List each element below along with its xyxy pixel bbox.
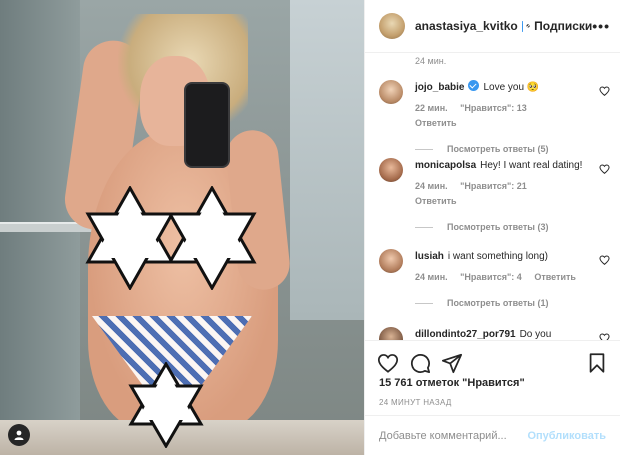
view-replies-label: Посмотреть ответы (5) xyxy=(447,144,549,154)
comment-item: jojo_babie Love you 🥺 22 мин. "Нравится":… xyxy=(379,80,610,154)
verified-badge-icon xyxy=(468,80,480,91)
heart-icon[interactable] xyxy=(599,164,610,174)
author-avatar[interactable] xyxy=(379,13,405,39)
heart-icon[interactable] xyxy=(599,333,610,340)
likes-count[interactable]: 15 761 отметок "Нравится" xyxy=(365,377,620,389)
following-button[interactable]: Подписки xyxy=(534,19,592,33)
heart-icon[interactable] xyxy=(599,86,610,96)
share-icon[interactable] xyxy=(441,352,463,374)
post-side-panel: anastasiya_kvitko • Подписки ••• 24 мин.… xyxy=(364,0,620,455)
comment-time[interactable]: 24 мин. xyxy=(415,181,448,191)
comment-username[interactable]: monicapolsa xyxy=(415,160,476,171)
reply-button[interactable]: Ответить xyxy=(534,272,576,282)
view-replies-button[interactable]: Посмотреть ответы (1) xyxy=(415,298,610,308)
comment-text: Love you 🥺 xyxy=(483,82,540,93)
view-replies-button[interactable]: Посмотреть ответы (3) xyxy=(415,222,610,232)
heart-icon[interactable] xyxy=(377,352,399,374)
reply-button[interactable]: Ответить xyxy=(415,118,457,128)
comment-avatar[interactable] xyxy=(379,80,403,104)
heart-icon[interactable] xyxy=(599,255,610,265)
comment-likes[interactable]: "Нравится": 13 xyxy=(460,103,527,113)
view-replies-label: Посмотреть ответы (3) xyxy=(447,222,549,232)
comment-username[interactable]: jojo_babie xyxy=(415,82,464,93)
comment-meta: 24 мин. "Нравится": 4 Ответить xyxy=(415,270,586,285)
censor-star-icon xyxy=(167,186,257,290)
add-comment-bar: Опубликовать xyxy=(365,415,620,455)
action-icons-bar xyxy=(365,341,620,377)
post-photo[interactable] xyxy=(0,0,364,455)
view-replies-label: Посмотреть ответы (1) xyxy=(447,298,549,308)
comment-time[interactable]: 22 мин. xyxy=(415,103,448,113)
replies-line xyxy=(415,148,433,150)
person-icon xyxy=(14,430,24,440)
comment-time[interactable]: 24 мин. xyxy=(415,272,448,282)
view-replies-button[interactable]: Посмотреть ответы (5) xyxy=(415,144,610,154)
caption-time: 24 мин. xyxy=(415,56,447,66)
comment-avatar[interactable] xyxy=(379,249,403,273)
publish-button[interactable]: Опубликовать xyxy=(527,430,606,442)
author-username[interactable]: anastasiya_kvitko xyxy=(415,19,518,33)
comment-input[interactable] xyxy=(379,429,528,442)
comment-text: Do you xyxy=(519,329,552,340)
censor-star-icon xyxy=(128,362,204,448)
censor-star-icon xyxy=(85,186,175,290)
comment-text: i want something long) xyxy=(447,251,548,262)
photo-background-window xyxy=(290,0,364,320)
comment-text: Hey! I want real dating! xyxy=(480,160,583,171)
comment-likes[interactable]: "Нравится": 4 xyxy=(460,272,522,282)
bookmark-icon[interactable] xyxy=(586,352,608,374)
comment-item: dillondinto27_por791 Do you xyxy=(379,327,610,340)
user-tag-icon[interactable] xyxy=(8,424,30,446)
posted-time[interactable]: 24 МИНУТ НАЗАД xyxy=(365,398,620,407)
comment-meta: 24 мин. "Нравится": 21 Ответить xyxy=(415,179,586,209)
comment-username[interactable]: dillondinto27_por791 xyxy=(415,329,516,340)
replies-line xyxy=(415,302,433,304)
comment-icon[interactable] xyxy=(409,352,431,374)
photo-phone xyxy=(184,82,230,168)
comment-item: monicapolsa Hey! I want real dating! 24 м… xyxy=(379,158,610,232)
replies-line xyxy=(415,226,433,228)
comment-item: lusiah i want something long) 24 мин. "Нр… xyxy=(379,249,610,308)
instagram-post: anastasiya_kvitko • Подписки ••• 24 мин.… xyxy=(0,0,620,455)
comment-avatar[interactable] xyxy=(379,158,403,182)
more-horizontal-icon[interactable]: ••• xyxy=(592,18,610,34)
comment-likes[interactable]: "Нравится": 21 xyxy=(460,181,527,191)
comment-username[interactable]: lusiah xyxy=(415,251,444,262)
comment-avatar[interactable] xyxy=(379,327,403,340)
reply-button[interactable]: Ответить xyxy=(415,196,457,206)
comments-list[interactable]: 24 мин. jojo_babie Love you 🥺 22 мин. "Нр… xyxy=(365,53,620,340)
comment-meta: 22 мин. "Нравится": 13 Ответить xyxy=(415,101,586,131)
post-header: anastasiya_kvitko • Подписки ••• xyxy=(365,0,620,53)
